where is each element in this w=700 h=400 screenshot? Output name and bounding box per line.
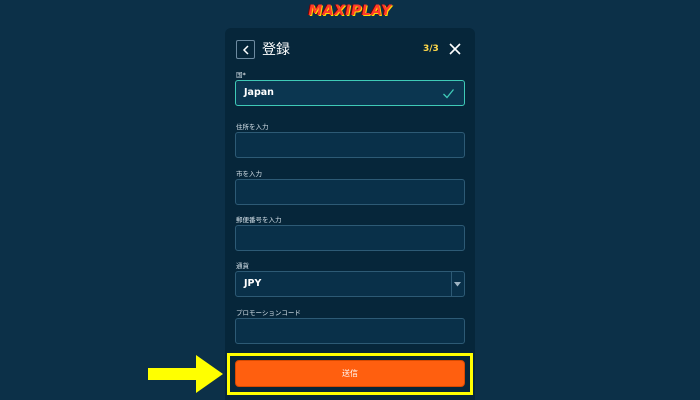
promo-code-label: プロモーションコード <box>236 309 301 317</box>
page: MAXIPLAY 登録 3/3 国* Japan 住所を入力 市を入力 郵便番号… <box>0 0 700 400</box>
required-mark: * <box>242 71 246 79</box>
registration-modal: 登録 3/3 国* Japan 住所を入力 市を入力 郵便番号を入力 通貨 JP… <box>225 28 475 400</box>
address-label: 住所を入力 <box>236 123 269 131</box>
country-value: Japan <box>244 87 274 98</box>
arrow-right-icon <box>148 355 223 393</box>
step-indicator: 3/3 <box>423 44 439 54</box>
country-label: 国* <box>236 69 246 79</box>
select-divider <box>451 272 452 296</box>
country-field[interactable]: Japan <box>235 80 465 106</box>
modal-header: 登録 3/3 <box>225 28 475 68</box>
currency-label: 通貨 <box>236 262 249 270</box>
currency-select[interactable]: JPY <box>235 271 465 297</box>
chevron-left-icon <box>242 44 249 55</box>
city-label: 市を入力 <box>236 170 262 178</box>
close-icon <box>449 43 461 55</box>
chevron-down-icon[interactable] <box>454 282 461 287</box>
check-icon <box>443 89 455 99</box>
back-button[interactable] <box>236 40 255 59</box>
modal-title: 登録 <box>262 42 290 58</box>
postal-code-input[interactable] <box>235 225 465 251</box>
postal-code-label: 郵便番号を入力 <box>236 216 282 224</box>
brand-logo[interactable]: MAXIPLAY <box>0 3 700 19</box>
close-button[interactable] <box>447 41 463 57</box>
submit-button[interactable]: 送信 <box>235 360 465 387</box>
address-input[interactable] <box>235 132 465 158</box>
city-input[interactable] <box>235 179 465 205</box>
promo-code-input[interactable] <box>235 318 465 344</box>
currency-value: JPY <box>244 278 262 289</box>
